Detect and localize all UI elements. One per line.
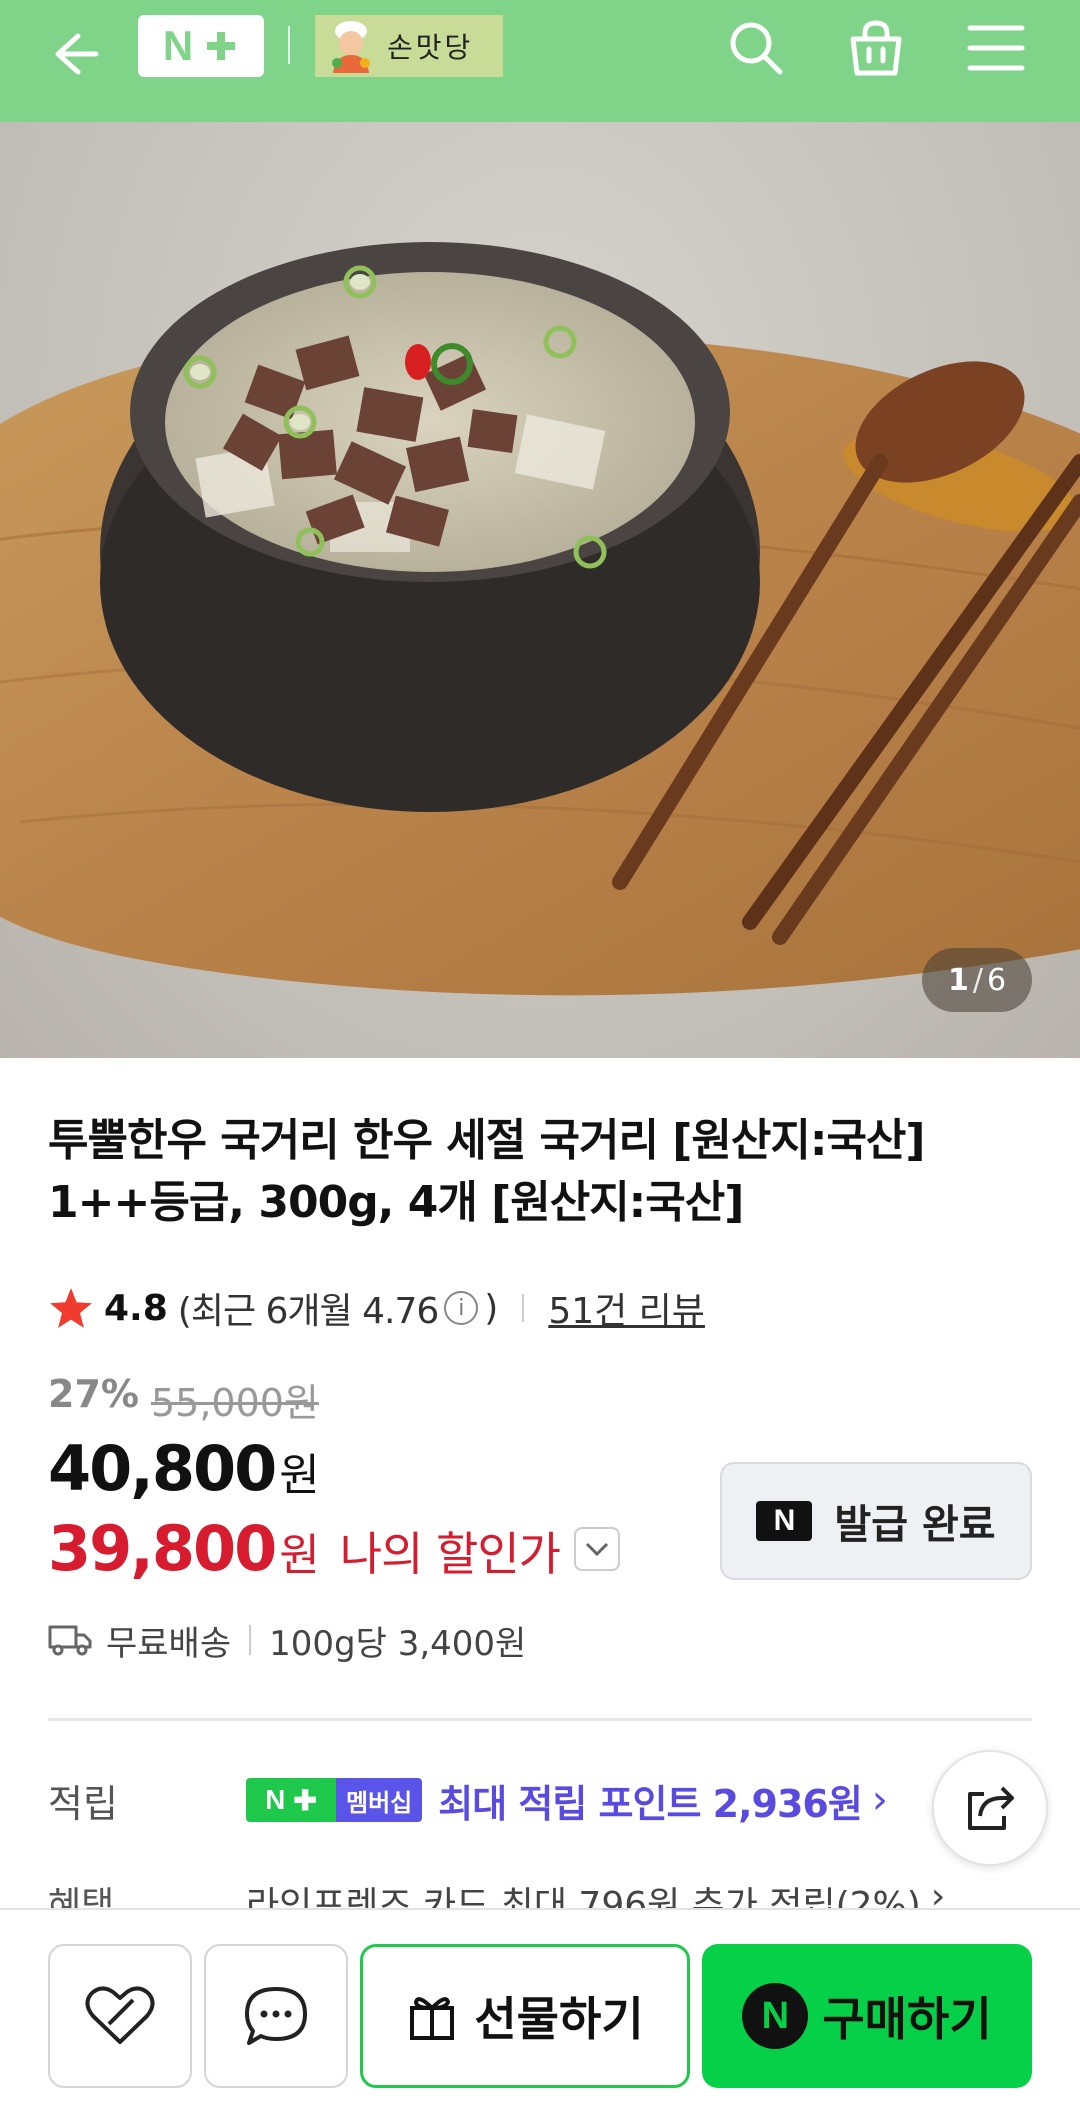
product-title-line2: 1++등급, 300g, 4개 [원산지:국산] [48, 1177, 744, 1228]
membership-badge: N ✚ 멤버십 [246, 1778, 423, 1822]
product-title-line1: 투뿔한우 국거리 한우 세절 국거리 [원산지:국산] [48, 1115, 926, 1166]
wishlist-button[interactable] [48, 1944, 192, 2088]
search-button[interactable] [720, 12, 792, 84]
my-price-label: 나의 할인가 [339, 1527, 561, 1581]
chat-bubble-icon [245, 1987, 307, 2045]
shipping-row: 무료배송 100g당 3,400원 [48, 1614, 526, 1666]
bottom-action-bar: 선물하기 N 구매하기 [0, 1908, 1080, 2104]
gallery-total: 6 [986, 962, 1007, 998]
header-divider [288, 26, 290, 64]
chef-mascot-icon [332, 21, 370, 73]
search-icon [730, 22, 783, 75]
naver-plus-logo[interactable]: N [138, 15, 264, 77]
coupon-button-label: 발급 완료 [834, 1502, 996, 1548]
truck-icon [48, 1625, 92, 1656]
unit-price-text: 100g당 3,400원 [269, 1623, 527, 1664]
menu-icon [967, 25, 1025, 71]
share-button[interactable] [932, 1750, 1048, 1866]
chat-button[interactable] [204, 1944, 348, 2088]
menu-button[interactable] [960, 12, 1032, 84]
coupon-issued-button[interactable]: N 발급 완료 [720, 1462, 1032, 1580]
section-divider [48, 1718, 1032, 1721]
product-title: 투뿔한우 국거리 한우 세절 국거리 [원산지:국산] 1++등급, 300g,… [48, 1110, 1038, 1234]
naver-n-icon: N [756, 1501, 813, 1541]
review-count-link[interactable]: 51건 리뷰 [548, 1282, 705, 1334]
store-logo-text: 손맛당 [387, 31, 474, 64]
sale-price-unit: 원 [279, 1450, 320, 1501]
discount-percent: 27% [48, 1372, 139, 1416]
buy-button[interactable]: N 구매하기 [702, 1944, 1032, 2088]
my-price-unit: 원 [279, 1530, 320, 1581]
star-icon [50, 1288, 92, 1328]
recent-rating-close: ) [484, 1287, 499, 1329]
shipping-text: 무료배송 [106, 1623, 232, 1664]
app-header: N 손맛당 [0, 0, 1080, 122]
store-logo[interactable]: 손맛당 [315, 15, 503, 77]
points-label: 적립 [48, 1781, 118, 1826]
naver-pay-icon: N [742, 1983, 809, 2049]
chevron-right-icon: › [871, 1777, 888, 1823]
gallery-counter: 1 / 6 [922, 948, 1032, 1012]
original-price: 55,000원 [150, 1381, 319, 1425]
shipping-divider [249, 1625, 252, 1655]
max-points-text: 최대 적립 포인트 2,936원 [438, 1781, 863, 1826]
sale-price: 40,800원 [48, 1432, 320, 1505]
plus-icon [207, 32, 236, 60]
gift-icon [410, 1997, 455, 2040]
my-price-expand-button[interactable] [573, 1526, 620, 1571]
points-row[interactable]: 적립 N ✚ 멤버십 최대 적립 포인트 2,936원 › [48, 1772, 888, 1828]
gallery-separator: / [972, 962, 983, 998]
recent-rating: (최근 6개월 4.76 [177, 1291, 439, 1332]
cart-button[interactable] [840, 12, 912, 84]
heart-icon [85, 1986, 155, 2044]
membership-badge-text: 멤버십 [336, 1778, 423, 1822]
share-icon [968, 1786, 1014, 1830]
my-discount-price: 39,800 원 나의 할인가 [48, 1512, 620, 1585]
product-photo [0, 242, 1080, 996]
discount-row: 27% 55,000원 [48, 1372, 319, 1427]
cart-icon [850, 20, 902, 76]
gallery-current-index: 1 [947, 962, 969, 998]
rating-divider [522, 1294, 525, 1322]
chevron-down-icon [585, 1542, 609, 1556]
sale-price-value: 40,800 [48, 1432, 277, 1505]
gift-button[interactable]: 선물하기 [360, 1944, 690, 2088]
buy-button-label: 구매하기 [822, 1992, 992, 2046]
arrow-left-icon [55, 33, 99, 75]
rating-score: 4.8 [104, 1287, 168, 1329]
back-button[interactable] [36, 18, 108, 90]
rating-row: 4.8 (최근 6개월 4.76 i ) 51건 리뷰 [48, 1280, 705, 1336]
my-price-value: 39,800 [48, 1512, 277, 1585]
info-icon[interactable]: i [444, 1291, 479, 1325]
product-image-gallery[interactable]: 1 / 6 [0, 122, 1080, 1058]
gift-button-label: 선물하기 [474, 1992, 644, 2046]
